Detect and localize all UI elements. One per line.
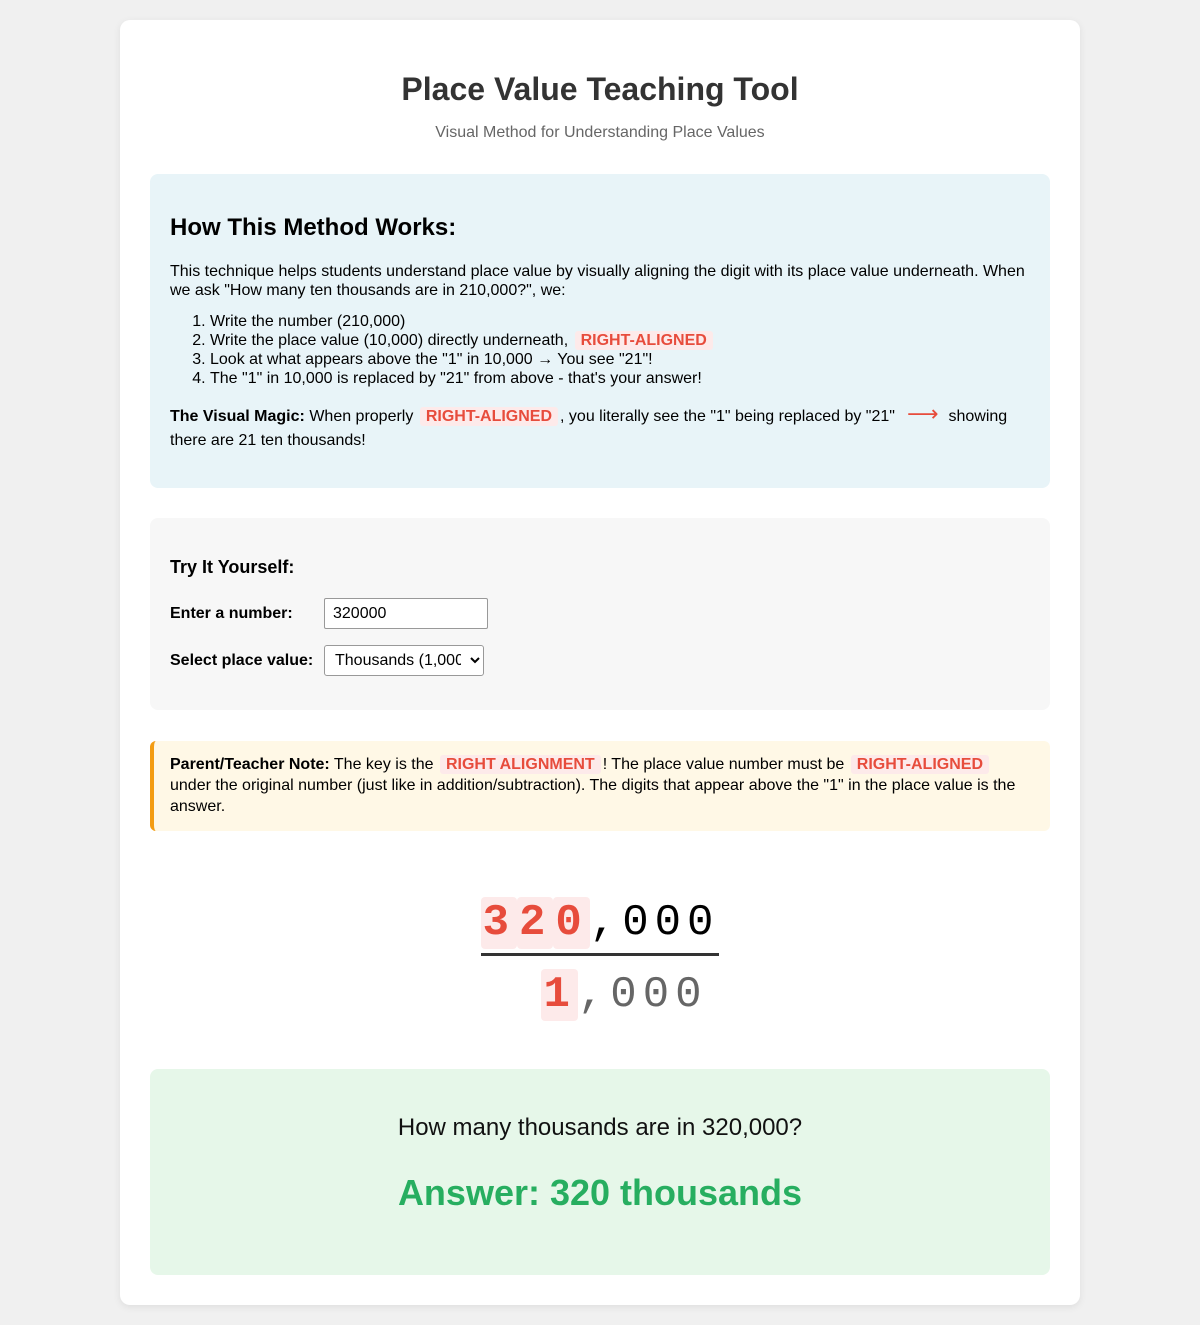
number-input[interactable] <box>324 598 488 629</box>
original-number: 320,000 <box>480 897 720 956</box>
visual-magic-pre: When properly <box>309 408 414 425</box>
note-text-post: under the original number (just like in … <box>170 777 1016 815</box>
page-subtitle: Visual Method for Understanding Place Va… <box>435 124 765 141</box>
method-step: Look at what appears above the "1" in 10… <box>210 350 1030 369</box>
visual-magic-text: The Visual Magic: When properly RIGHT-AL… <box>170 402 1030 453</box>
method-step-text: Write the place value (10,000) directly … <box>210 332 569 349</box>
method-explanation-box: How This Method Works: This technique he… <box>150 174 1050 488</box>
note-text-mid: ! The place value number must be <box>602 756 845 773</box>
method-intro: This technique helps students understand… <box>170 263 1025 299</box>
place-value-label: Select place value: <box>170 651 314 669</box>
method-step: Write the number (210,000) <box>210 312 1030 331</box>
place-value-select[interactable]: Thousands (1,000) <box>324 645 484 676</box>
arrow-right-icon: ⟶ <box>906 401 939 426</box>
highlighted-digit: 0 <box>553 897 590 949</box>
place-value-zeros: ,000 <box>577 970 708 1020</box>
visual-magic-label: The Visual Magic: <box>170 408 305 425</box>
remaining-digits: ,000 <box>589 898 720 948</box>
try-heading: Try It Yourself: <box>170 557 295 577</box>
question-text: How many thousands are in 320,000? <box>397 1114 803 1141</box>
right-aligned-highlight: RIGHT-ALIGNED <box>850 755 989 774</box>
method-heading: How This Method Works: <box>170 214 457 241</box>
method-step: Write the place value (10,000) directly … <box>210 331 1030 350</box>
highlighted-digit: 3 <box>480 897 517 949</box>
page-title: Place Value Teaching Tool <box>401 71 799 107</box>
highlighted-one-digit: 1 <box>541 969 578 1021</box>
place-value-number-row: 1,000 <box>150 969 1050 1021</box>
place-value-row: Select place value: Thousands (1,000) <box>170 645 1030 676</box>
try-it-yourself-box: Try It Yourself: Enter a number: Select … <box>150 518 1050 710</box>
visual-magic-mid: , you literally see the "1" being replac… <box>560 408 895 425</box>
answer-box: How many thousands are in 320,000? Answe… <box>150 1069 1050 1275</box>
note-text-pre: The key is the <box>333 756 434 773</box>
parent-teacher-note: Parent/Teacher Note: The key is the RIGH… <box>150 741 1050 831</box>
method-step: The "1" in 10,000 is replaced by "21" fr… <box>210 369 1030 388</box>
place-value-visual: 320,000 1,000 <box>150 831 1050 1091</box>
answer-text: Answer: 320 thousands <box>397 1172 803 1213</box>
place-value-number: 1,000 <box>541 969 707 1021</box>
main-card: Place Value Teaching Tool Visual Method … <box>120 20 1080 1305</box>
right-aligned-highlight: RIGHT-ALIGNED <box>419 407 559 426</box>
original-number-row: 320,000 <box>150 897 1050 956</box>
number-input-label: Enter a number: <box>170 604 293 622</box>
right-alignment-highlight: RIGHT ALIGNMENT <box>439 755 601 774</box>
note-label: Parent/Teacher Note: <box>170 756 330 773</box>
method-steps-list: Write the number (210,000) Write the pla… <box>170 312 1030 388</box>
number-input-row: Enter a number: <box>170 598 1030 629</box>
highlighted-digit: 2 <box>516 897 554 949</box>
right-aligned-highlight: RIGHT-ALIGNED <box>574 331 713 350</box>
